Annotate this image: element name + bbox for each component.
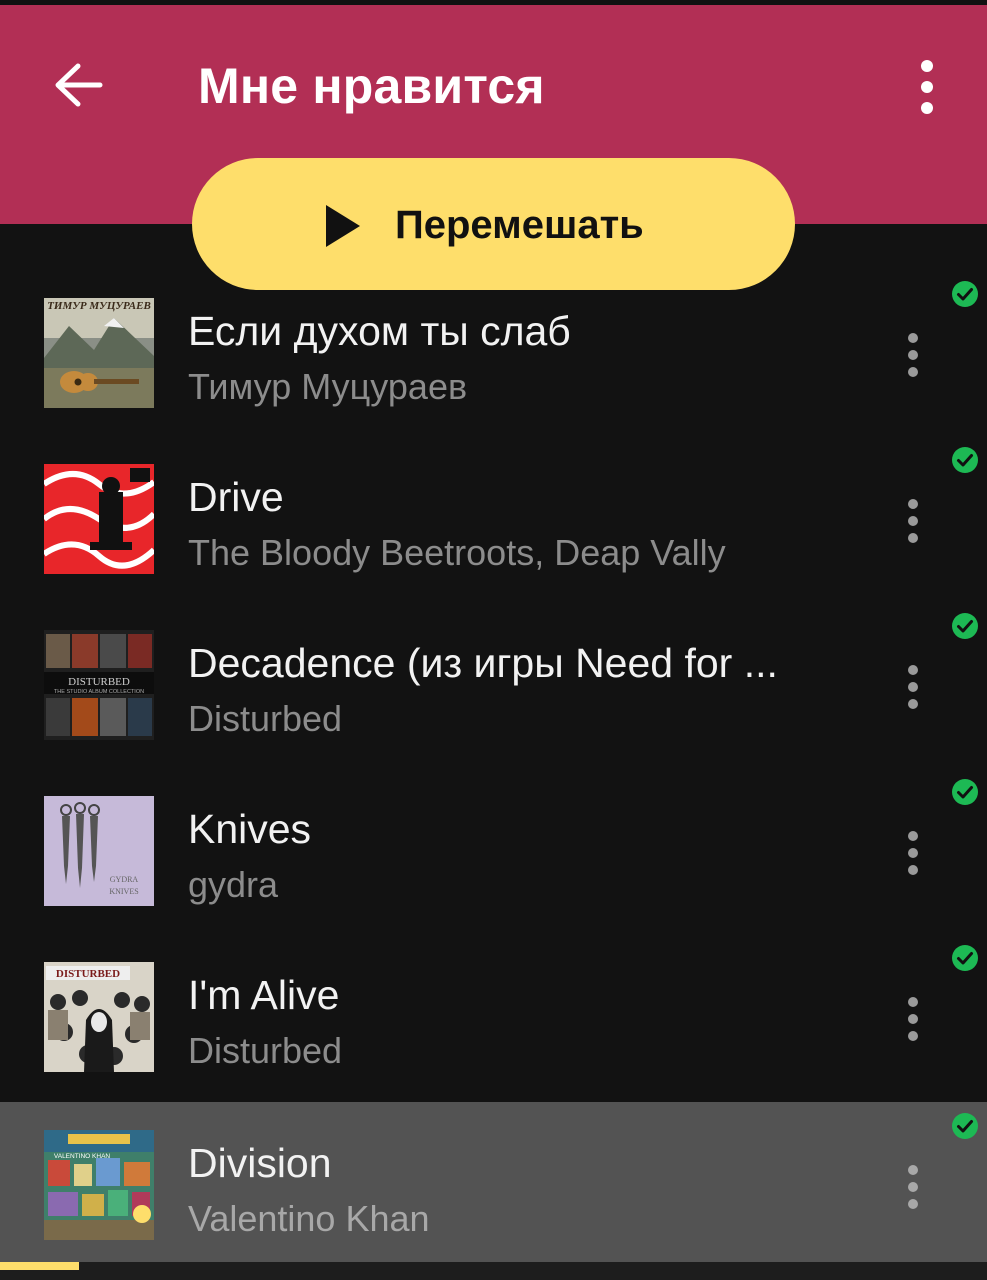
album-cover: DISTURBED THE STUDIO ALBUM COLLECTION — [44, 630, 154, 740]
track-artist: The Bloody Beetroots, Deap Vally — [188, 532, 726, 573]
track-menu-button[interactable] — [898, 330, 928, 380]
downloaded-check-icon — [952, 613, 978, 639]
track-title: Если духом ты слаб — [188, 308, 571, 354]
track-title: Knives — [188, 806, 312, 852]
album-cover: DISTURBED — [44, 962, 154, 1072]
more-vertical-icon — [908, 499, 918, 543]
track-artist: gydra — [188, 864, 279, 905]
more-vertical-icon — [908, 997, 918, 1041]
track-title: Drive — [188, 474, 284, 520]
track-menu-button[interactable] — [898, 496, 928, 546]
svg-text:THE STUDIO ALBUM COLLECTION: THE STUDIO ALBUM COLLECTION — [54, 689, 144, 695]
track-artist: Disturbed — [188, 698, 343, 739]
album-cover: ТИМУР МУЦУРАЕВ — [44, 298, 154, 408]
track-title: Decadence (из игры Need for ... — [188, 640, 778, 686]
more-vertical-icon — [908, 665, 918, 709]
play-icon — [326, 205, 360, 247]
album-cover — [44, 464, 154, 574]
track-menu-button[interactable] — [898, 662, 928, 712]
svg-text:ТИМУР МУЦУРАЕВ: ТИМУР МУЦУРАЕВ — [47, 300, 151, 312]
downloaded-check-icon — [952, 447, 978, 473]
downloaded-check-icon — [952, 945, 978, 971]
svg-text:DISTURBED: DISTURBED — [68, 676, 130, 688]
album-cover: GYDRA KNIVES — [44, 796, 154, 906]
downloaded-check-icon — [952, 779, 978, 805]
track-menu-button[interactable] — [898, 994, 928, 1044]
svg-text:KNIVES: KNIVES — [109, 887, 138, 896]
svg-text:GYDRA: GYDRA — [110, 875, 139, 884]
track-title: Division — [188, 1140, 332, 1186]
svg-text:DISTURBED: DISTURBED — [56, 968, 120, 980]
more-vertical-icon — [908, 1165, 918, 1209]
playback-progress-fill — [0, 1262, 79, 1270]
track-row-now-playing[interactable]: VALENTINO KHAN Division Valentino Khan — [0, 1102, 987, 1262]
track-row[interactable]: ТИМУР МУЦУРАЕВ Если духом ты слаб Тимур … — [0, 270, 987, 436]
track-artist: Valentino Khan — [188, 1198, 430, 1239]
track-artist: Тимур Муцураев — [188, 366, 468, 407]
shuffle-label: Перемешать — [395, 203, 644, 247]
svg-text:VALENTINO KHAN: VALENTINO KHAN — [54, 1153, 111, 1160]
track-title: I'm Alive — [188, 972, 340, 1018]
more-vertical-icon — [908, 333, 918, 377]
downloaded-check-icon — [952, 1113, 978, 1139]
downloaded-check-icon — [952, 281, 978, 307]
album-cover: VALENTINO KHAN — [44, 1130, 154, 1240]
track-row[interactable]: GYDRA KNIVES Knives gydra — [0, 768, 987, 934]
track-row[interactable]: DISTURBED THE STUDIO ALBUM COLLECTION De… — [0, 602, 987, 768]
now-playing-indicator — [133, 1205, 151, 1223]
track-row[interactable]: DISTURBED I'm Alive Disturbed — [0, 934, 987, 1100]
track-artist: Disturbed — [188, 1030, 343, 1071]
track-menu-button[interactable] — [898, 1162, 928, 1212]
more-vertical-icon — [921, 60, 933, 114]
back-button[interactable] — [50, 55, 106, 115]
page-title: Мне нравится — [198, 58, 545, 114]
track-menu-button[interactable] — [898, 828, 928, 878]
shuffle-button[interactable]: Перемешать — [192, 158, 795, 290]
more-vertical-icon — [908, 831, 918, 875]
arrow-left-icon — [55, 63, 103, 107]
playback-progress-bar[interactable] — [0, 1262, 987, 1280]
track-row[interactable]: Drive The Bloody Beetroots, Deap Vally — [0, 436, 987, 602]
more-options-button[interactable] — [905, 55, 949, 119]
